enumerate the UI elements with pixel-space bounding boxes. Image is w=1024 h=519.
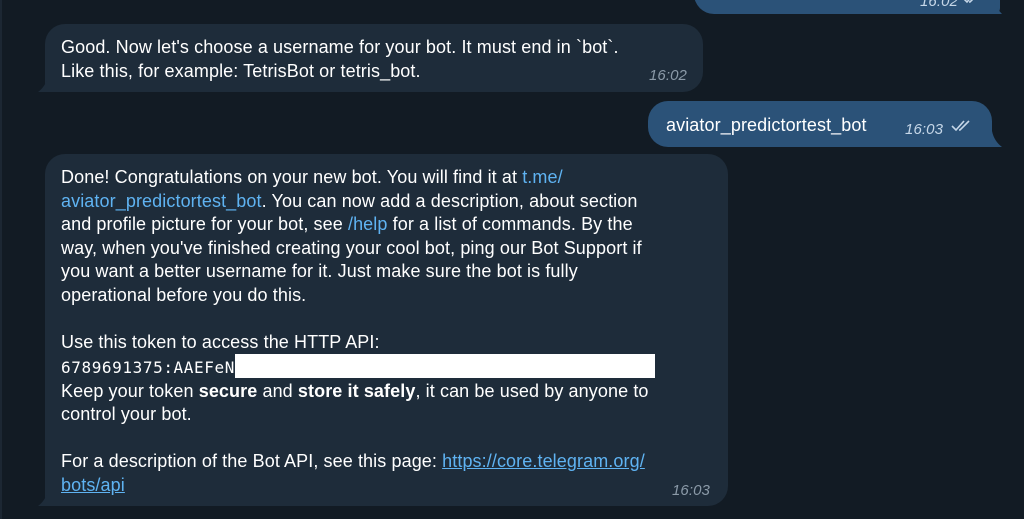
- message-text-line: way, when you've finished creating your …: [61, 237, 642, 258]
- message-text-line: you want a better username for it. Just …: [61, 261, 578, 281]
- message-text-line: control your bot.: [61, 404, 192, 424]
- message-text: and profile picture for your bot, see: [61, 214, 348, 234]
- message-text: and: [257, 380, 298, 401]
- message-text-line: Good. Now let's choose a username for yo…: [61, 37, 619, 57]
- token-line: 6789691375:AAEFeN: [61, 354, 655, 380]
- redaction-box: [234, 354, 655, 378]
- message-text-line: operational before you do this.: [61, 284, 307, 305]
- bubble-tail: [986, 131, 1002, 147]
- bot-link[interactable]: aviator_predictortest_bot: [61, 191, 262, 211]
- outgoing-message-previous[interactable]: 16:02: [694, 0, 1000, 14]
- api-docs-link[interactable]: bots/api: [61, 475, 125, 495]
- message-time: 16:02: [919, 0, 958, 10]
- message-time: 16:03: [671, 482, 710, 499]
- message-text-line: For a description of the Bot API, see th…: [61, 450, 655, 474]
- help-command-link[interactable]: /help: [348, 214, 388, 234]
- bold-text: secure: [198, 380, 258, 401]
- bot-link[interactable]: t.me/: [522, 167, 563, 187]
- message-text: Keep your token: [61, 380, 199, 401]
- message-text: , it can be used by anyone to: [415, 380, 649, 401]
- bubble-tail: [992, 0, 1002, 14]
- bubble-tail: [38, 490, 54, 506]
- message-text-line: bots/api: [61, 474, 655, 498]
- message-text: For a description of the Bot API, see th…: [61, 451, 443, 471]
- message-text-line: Keep your token secure and store it safe…: [61, 380, 655, 404]
- read-checkmarks-icon: [963, 0, 974, 4]
- read-checkmarks-icon: [951, 120, 970, 132]
- message-body: Done! Congratulations on your new bot. Y…: [61, 166, 655, 497]
- message-text: for a list of commands. By the: [387, 214, 633, 234]
- message-text-line: Use this token to access the HTTP API:: [61, 331, 380, 352]
- api-token[interactable]: 6789691375:AAEFeN: [61, 358, 235, 377]
- message-time: 16:03: [905, 121, 944, 138]
- message-text: aviator_predictortest_bot: [666, 115, 867, 135]
- message-text: . You can now add a description, about s…: [261, 190, 638, 211]
- message-text-line: Like this, for example: TetrisBot or tet…: [61, 61, 421, 81]
- api-docs-link[interactable]: https://core.telegram.org/: [442, 451, 645, 471]
- incoming-message-choose-username[interactable]: Good. Now let's choose a username for yo…: [45, 24, 703, 92]
- message-text-line: aviator_predictortest_bot. You can now a…: [61, 190, 655, 214]
- incoming-message-done[interactable]: Done! Congratulations on your new bot. Y…: [45, 154, 728, 506]
- sidebar-edge: [0, 0, 2, 519]
- message-text: Done! Congratulations on your new bot. Y…: [61, 167, 523, 187]
- bold-text: store it safely: [297, 380, 416, 401]
- outgoing-message-username[interactable]: aviator_predictortest_bot 16:03: [648, 101, 992, 147]
- chat-view: 16:02 Good. Now let's choose a username …: [0, 0, 1024, 519]
- bubble-tail: [38, 76, 54, 92]
- message-text-line: Done! Congratulations on your new bot. Y…: [61, 166, 655, 190]
- message-text-line: and profile picture for your bot, see /h…: [61, 213, 655, 237]
- message-time: 16:02: [648, 67, 687, 84]
